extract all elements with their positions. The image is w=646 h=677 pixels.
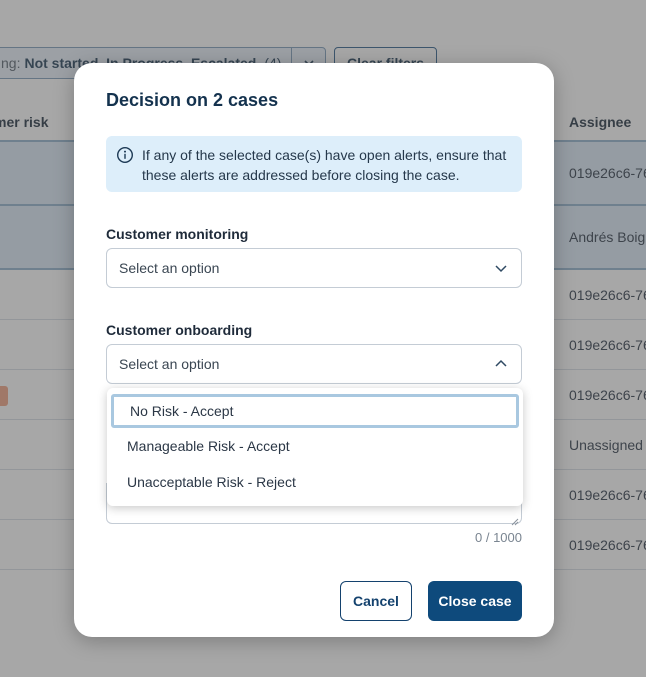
- character-counter: 0 / 1000: [475, 530, 522, 545]
- info-text: If any of the selected case(s) have open…: [142, 147, 507, 183]
- option-unacceptable-risk-reject[interactable]: Unacceptable Risk - Reject: [107, 464, 523, 500]
- decision-modal: Decision on 2 cases If any of the select…: [74, 63, 554, 637]
- info-circle-icon: [116, 146, 134, 164]
- option-no-risk-accept[interactable]: No Risk - Accept: [111, 394, 519, 428]
- modal-title: Decision on 2 cases: [106, 90, 279, 110]
- info-banner: If any of the selected case(s) have open…: [106, 136, 522, 192]
- option-manageable-risk-accept[interactable]: Manageable Risk - Accept: [107, 428, 523, 464]
- resize-handle-icon[interactable]: [511, 513, 519, 526]
- customer-monitoring-placeholder: Select an option: [119, 260, 220, 276]
- onboarding-options-menu: No Risk - Accept Manageable Risk - Accep…: [107, 388, 523, 506]
- chevron-down-icon: [493, 260, 509, 276]
- customer-onboarding-label: Customer onboarding: [106, 322, 253, 338]
- chevron-up-icon: [493, 356, 509, 372]
- close-case-button[interactable]: Close case: [428, 581, 522, 621]
- customer-monitoring-select[interactable]: Select an option: [106, 248, 522, 288]
- cancel-button[interactable]: Cancel: [340, 581, 412, 621]
- customer-onboarding-select[interactable]: Select an option: [106, 344, 522, 384]
- customer-onboarding-placeholder: Select an option: [119, 356, 220, 372]
- customer-monitoring-label: Customer monitoring: [106, 226, 249, 242]
